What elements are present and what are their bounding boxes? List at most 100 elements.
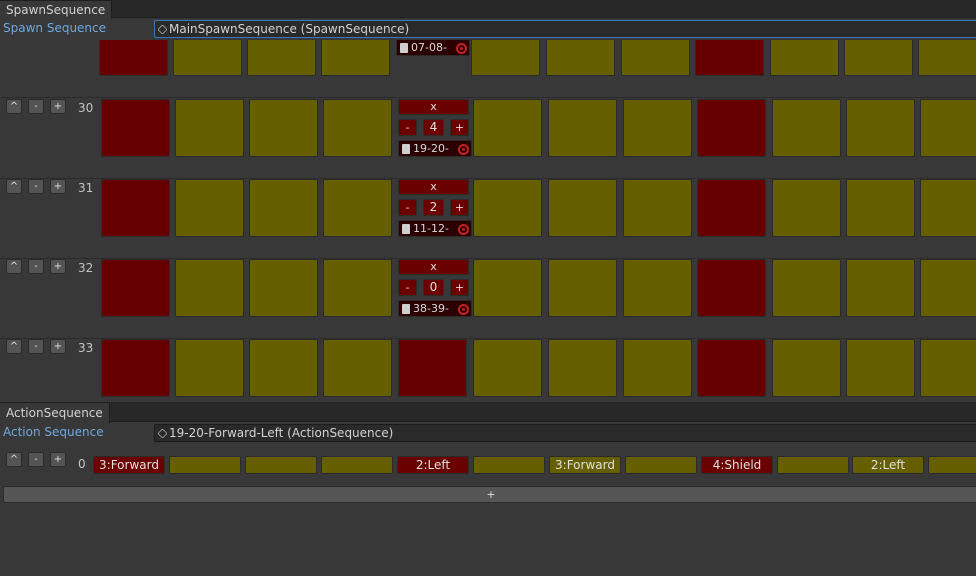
- add-row-button[interactable]: +: [50, 259, 66, 274]
- tab-action-sequence[interactable]: ActionSequence: [0, 402, 110, 423]
- move-up-button[interactable]: ^: [6, 339, 22, 354]
- action-step-button[interactable]: [777, 456, 849, 474]
- spawn-cell[interactable]: [101, 339, 170, 397]
- add-row-button[interactable]: +: [50, 452, 66, 467]
- spawn-cell[interactable]: [770, 40, 839, 76]
- spawn-cell[interactable]: [99, 40, 168, 76]
- spawn-cell[interactable]: [247, 40, 316, 76]
- decrement-button[interactable]: -: [398, 279, 417, 296]
- action-sequence-slot[interactable]: 11-12-: [398, 220, 472, 237]
- spawn-cell[interactable]: [772, 259, 841, 317]
- spawn-cell[interactable]: [846, 179, 915, 237]
- spawn-cell[interactable]: [548, 259, 617, 317]
- object-picker-icon[interactable]: [456, 43, 467, 54]
- spawn-cell[interactable]: [621, 40, 690, 76]
- spawn-cell[interactable]: [175, 179, 244, 237]
- spawn-cell[interactable]: [548, 339, 617, 397]
- spawn-cell[interactable]: [323, 179, 392, 237]
- clear-cell-button[interactable]: x: [398, 259, 469, 275]
- increment-button[interactable]: +: [450, 199, 469, 216]
- add-row-button[interactable]: +: [50, 339, 66, 354]
- spawn-cell[interactable]: [473, 179, 542, 237]
- add-row-button[interactable]: +: [50, 99, 66, 114]
- spawn-cell[interactable]: [321, 40, 390, 76]
- increment-button[interactable]: +: [450, 119, 469, 136]
- spawn-cell[interactable]: [920, 339, 976, 397]
- spawn-cell[interactable]: [697, 259, 766, 317]
- spawn-cell[interactable]: [920, 179, 976, 237]
- move-up-button[interactable]: ^: [6, 452, 22, 467]
- spawn-cell[interactable]: [175, 99, 244, 157]
- spawn-cell[interactable]: [101, 259, 170, 317]
- remove-row-button[interactable]: -: [28, 259, 44, 274]
- spawn-cell[interactable]: [473, 339, 542, 397]
- spawn-cell[interactable]: [471, 40, 540, 76]
- spawn-cell[interactable]: [323, 259, 392, 317]
- remove-row-button[interactable]: -: [28, 339, 44, 354]
- spawn-cell[interactable]: [546, 40, 615, 76]
- spawn-cell[interactable]: [473, 259, 542, 317]
- spawn-rows-list[interactable]: -3+07-08-^-+30x-4+19-20-^-+31x-2+11-12-^…: [0, 40, 976, 401]
- spawn-cell[interactable]: [175, 259, 244, 317]
- spawn-cell[interactable]: [548, 179, 617, 237]
- decrement-button[interactable]: -: [398, 199, 417, 216]
- remove-row-button[interactable]: -: [28, 99, 44, 114]
- action-sequence-slot[interactable]: 07-08-: [396, 40, 470, 56]
- action-step-button[interactable]: [321, 456, 393, 474]
- action-step-button[interactable]: 3:Forward: [93, 456, 165, 474]
- object-picker-icon[interactable]: [458, 304, 469, 315]
- action-step-button[interactable]: 3:Forward: [549, 456, 621, 474]
- clear-cell-button[interactable]: x: [398, 179, 469, 195]
- spawn-cell[interactable]: [249, 339, 318, 397]
- spawn-cell[interactable]: [548, 99, 617, 157]
- spawn-cell[interactable]: [846, 339, 915, 397]
- spawn-cell[interactable]: [101, 99, 170, 157]
- remove-row-button[interactable]: -: [28, 452, 44, 467]
- object-picker-icon[interactable]: [458, 224, 469, 235]
- spawn-cell[interactable]: [697, 99, 766, 157]
- spawn-cell[interactable]: [249, 259, 318, 317]
- spawn-sequence-object-field[interactable]: MainSpawnSequence (SpawnSequence): [154, 20, 976, 38]
- spawn-cell[interactable]: [697, 339, 766, 397]
- spawn-cell[interactable]: [249, 99, 318, 157]
- action-step-button[interactable]: 2:Left: [397, 456, 469, 474]
- spawn-cell[interactable]: [175, 339, 244, 397]
- spawn-cell[interactable]: [920, 99, 976, 157]
- action-step-button[interactable]: [245, 456, 317, 474]
- spawn-cell[interactable]: [695, 40, 764, 76]
- spawn-cell[interactable]: [772, 339, 841, 397]
- clear-cell-button[interactable]: x: [398, 99, 469, 115]
- spawn-cell[interactable]: [772, 99, 841, 157]
- action-sequence-slot[interactable]: 38-39-: [398, 300, 472, 317]
- action-step-button[interactable]: 2:Left: [852, 456, 924, 474]
- move-up-button[interactable]: ^: [6, 259, 22, 274]
- spawn-cell[interactable]: [473, 99, 542, 157]
- action-step-button[interactable]: [169, 456, 241, 474]
- action-step-button[interactable]: [625, 456, 697, 474]
- spawn-cell[interactable]: [101, 179, 170, 237]
- spawn-cell[interactable]: [623, 99, 692, 157]
- spawn-cell[interactable]: [772, 179, 841, 237]
- spawn-cell[interactable]: [323, 99, 392, 157]
- action-sequence-object-field[interactable]: 19-20-Forward-Left (ActionSequence): [154, 424, 976, 442]
- spawn-cell[interactable]: [249, 179, 318, 237]
- spawn-cell[interactable]: [398, 339, 467, 397]
- spawn-cell[interactable]: [323, 339, 392, 397]
- move-up-button[interactable]: ^: [6, 179, 22, 194]
- spawn-cell[interactable]: [918, 40, 976, 76]
- spawn-cell[interactable]: [846, 99, 915, 157]
- add-action-button[interactable]: +: [3, 486, 976, 503]
- spawn-cell[interactable]: [173, 40, 242, 76]
- object-picker-icon[interactable]: [458, 144, 469, 155]
- tab-spawn-sequence[interactable]: SpawnSequence: [0, 0, 113, 19]
- action-step-button[interactable]: [928, 456, 976, 474]
- spawn-cell[interactable]: [697, 179, 766, 237]
- action-step-button[interactable]: 4:Shield: [701, 456, 773, 474]
- remove-row-button[interactable]: -: [28, 179, 44, 194]
- spawn-cell[interactable]: [920, 259, 976, 317]
- add-row-button[interactable]: +: [50, 179, 66, 194]
- decrement-button[interactable]: -: [398, 119, 417, 136]
- move-up-button[interactable]: ^: [6, 99, 22, 114]
- increment-button[interactable]: +: [450, 279, 469, 296]
- action-sequence-slot[interactable]: 19-20-: [398, 140, 472, 157]
